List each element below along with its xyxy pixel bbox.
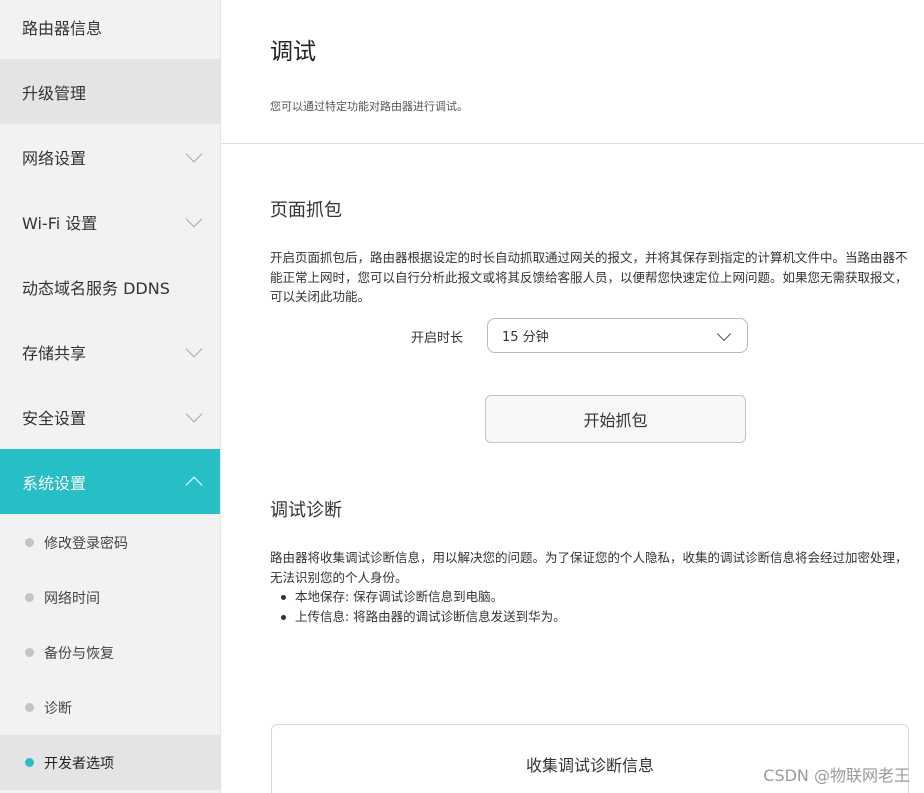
list-item: 本地保存: 保存调试诊断信息到电脑。 bbox=[270, 587, 566, 607]
sidebar-subitem-developer-options[interactable]: 开发者选项 bbox=[0, 735, 220, 790]
sidebar-subitem-label: 网络时间 bbox=[44, 590, 100, 607]
collect-diagnosis-label: 收集调试诊断信息 bbox=[525, 756, 654, 775]
page-title: 调试 bbox=[270, 39, 316, 65]
bullet-dot-icon bbox=[25, 538, 34, 547]
sidebar-subitem-label: 诊断 bbox=[44, 700, 72, 717]
chevron-down-icon bbox=[185, 145, 203, 162]
sidebar-subitem-diagnosis[interactable]: 诊断 bbox=[0, 680, 220, 735]
sidebar-item-ddns[interactable]: 动态域名服务 DDNS bbox=[0, 254, 220, 319]
sidebar-item-label: 系统设置 bbox=[22, 473, 87, 493]
divider bbox=[221, 143, 924, 144]
capture-description: 开启页面抓包后，路由器根据设定的时长自动抓取通过网关的报文，并将其保存到指定的计… bbox=[270, 250, 908, 304]
duration-select-value: 15 分钟 bbox=[502, 330, 549, 345]
bullet-dot-icon bbox=[25, 593, 34, 602]
sidebar-item-upgrade[interactable]: 升级管理 bbox=[0, 59, 220, 124]
diagnosis-bullet-list: 本地保存: 保存调试诊断信息到电脑。 上传信息: 将路由器的调试诊断信息发送到华… bbox=[270, 587, 566, 626]
sidebar-item-storage[interactable]: 存储共享 bbox=[0, 319, 220, 384]
bullet-dot-icon bbox=[25, 703, 34, 712]
sidebar: 路由器信息 升级管理 网络设置 Wi-Fi 设置 动态域名服务 DDNS 存储共… bbox=[0, 0, 221, 793]
duration-label: 开启时长 bbox=[411, 331, 464, 346]
chevron-down-icon bbox=[185, 340, 203, 357]
list-item: 上传信息: 将路由器的调试诊断信息发送到华为。 bbox=[270, 607, 566, 627]
sidebar-item-label: 路由器信息 bbox=[22, 18, 103, 38]
sidebar-item-label: 升级管理 bbox=[22, 83, 87, 103]
sidebar-subitem-backup-restore[interactable]: 备份与恢复 bbox=[0, 625, 220, 680]
main-content: 调试 您可以通过特定功能对路由器进行调试。 页面抓包 开启页面抓包后，路由器根据… bbox=[221, 0, 924, 793]
chevron-down-icon bbox=[185, 210, 203, 227]
watermark: CSDN @物联网老王 bbox=[763, 766, 910, 785]
sidebar-item-label: 安全设置 bbox=[22, 408, 87, 428]
sidebar-item-label: Wi-Fi 设置 bbox=[22, 213, 98, 233]
bullet-dot-icon bbox=[25, 758, 34, 767]
bullet-dot-icon bbox=[25, 648, 34, 657]
sidebar-item-system[interactable]: 系统设置 bbox=[0, 449, 220, 514]
diagnosis-section-title: 调试诊断 bbox=[270, 500, 342, 521]
sidebar-item-label: 存储共享 bbox=[22, 343, 87, 363]
diagnosis-description: 路由器将收集调试诊断信息，用以解决您的问题。为了保证您的个人隐私，收集的调试诊断… bbox=[270, 550, 908, 585]
capture-section-title: 页面抓包 bbox=[270, 200, 342, 221]
sidebar-subitem-label: 开发者选项 bbox=[44, 755, 114, 772]
sidebar-item-label: 网络设置 bbox=[22, 148, 87, 168]
page-description: 您可以通过特定功能对路由器进行调试。 bbox=[270, 100, 468, 113]
chevron-down-icon bbox=[185, 405, 203, 422]
sidebar-subitem-network-time[interactable]: 网络时间 bbox=[0, 570, 220, 625]
sidebar-item-security[interactable]: 安全设置 bbox=[0, 384, 220, 449]
sidebar-subitem-label: 备份与恢复 bbox=[44, 645, 114, 662]
chevron-up-icon bbox=[185, 476, 203, 493]
sidebar-item-wifi[interactable]: Wi-Fi 设置 bbox=[0, 189, 220, 254]
sidebar-subitem-label: 修改登录密码 bbox=[44, 535, 128, 552]
start-capture-button[interactable]: 开始抓包 bbox=[485, 395, 746, 443]
sidebar-item-network[interactable]: 网络设置 bbox=[0, 124, 220, 189]
duration-select[interactable]: 15 分钟 bbox=[487, 318, 748, 353]
chevron-down-icon bbox=[716, 326, 732, 341]
sidebar-item-label: 动态域名服务 DDNS bbox=[22, 278, 170, 298]
sidebar-subitem-change-password[interactable]: 修改登录密码 bbox=[0, 515, 220, 570]
sidebar-item-router-info[interactable]: 路由器信息 bbox=[0, 0, 220, 59]
